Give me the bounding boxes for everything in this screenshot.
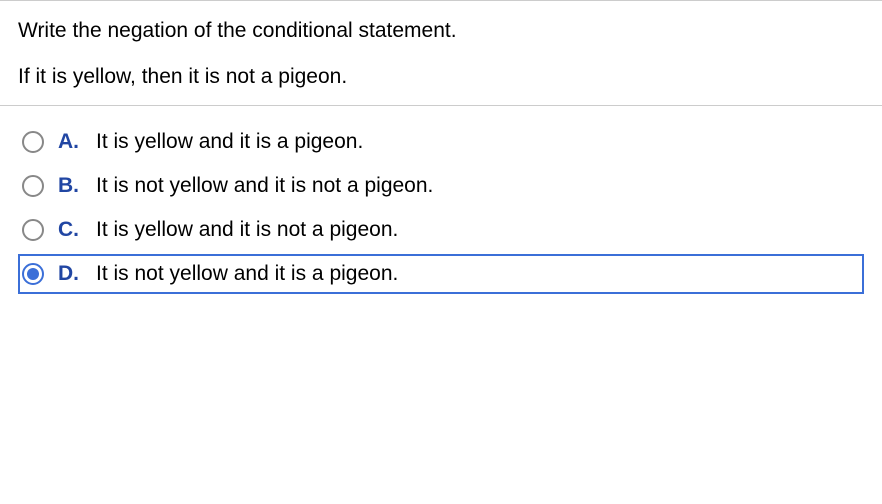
options-section: A. It is yellow and it is a pigeon. B. I…	[0, 106, 882, 294]
question-statement: If it is yellow, then it is not a pigeon…	[18, 65, 864, 89]
option-text: It is yellow and it is not a pigeon.	[96, 218, 398, 242]
option-text: It is yellow and it is a pigeon.	[96, 130, 363, 154]
option-text: It is not yellow and it is a pigeon.	[96, 262, 398, 286]
question-prompt: Write the negation of the conditional st…	[18, 19, 864, 43]
radio-icon	[22, 175, 44, 197]
radio-icon	[22, 263, 44, 285]
radio-icon	[22, 131, 44, 153]
option-letter: A.	[58, 130, 84, 154]
option-a[interactable]: A. It is yellow and it is a pigeon.	[18, 122, 864, 162]
option-c[interactable]: C. It is yellow and it is not a pigeon.	[18, 210, 864, 250]
option-text: It is not yellow and it is not a pigeon.	[96, 174, 433, 198]
radio-icon	[22, 219, 44, 241]
option-d[interactable]: D. It is not yellow and it is a pigeon.	[18, 254, 864, 294]
option-letter: D.	[58, 262, 84, 286]
question-section: Write the negation of the conditional st…	[0, 1, 882, 106]
option-letter: C.	[58, 218, 84, 242]
option-letter: B.	[58, 174, 84, 198]
quiz-container: Write the negation of the conditional st…	[0, 0, 882, 294]
option-b[interactable]: B. It is not yellow and it is not a pige…	[18, 166, 864, 206]
